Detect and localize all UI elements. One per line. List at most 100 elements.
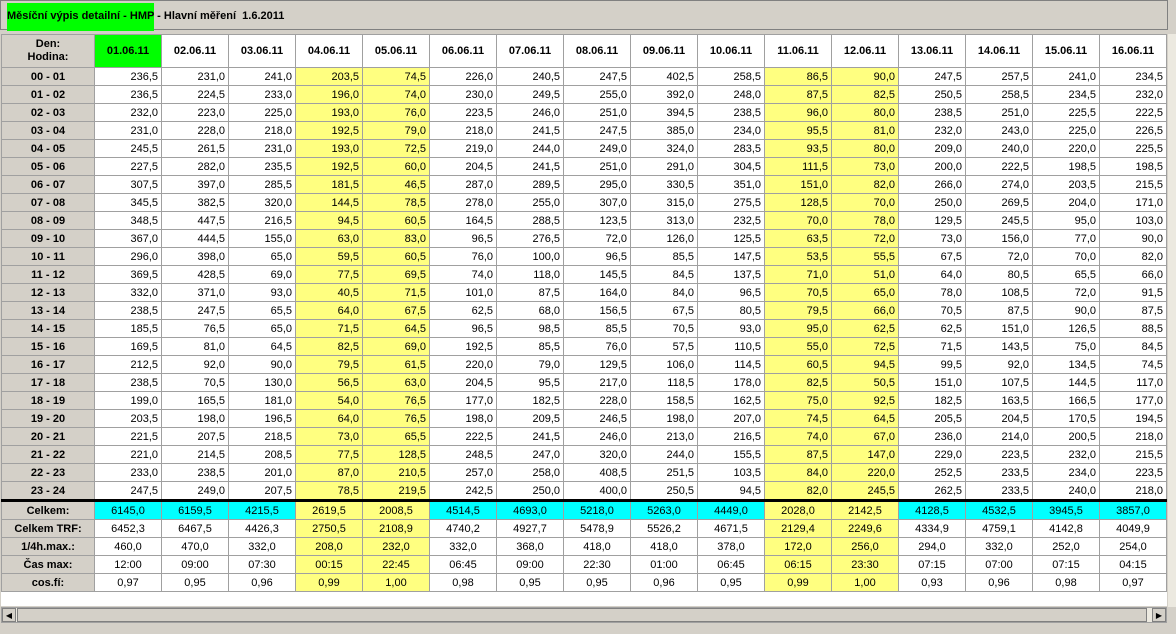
value-cell[interactable]: 392,0 <box>630 85 698 104</box>
value-cell[interactable]: 225,0 <box>1032 121 1100 140</box>
value-cell[interactable]: 70,0 <box>1032 247 1100 266</box>
value-cell[interactable]: 291,0 <box>630 157 698 176</box>
summary-value-cell[interactable]: 0,97 <box>1099 573 1167 592</box>
value-cell[interactable]: 226,0 <box>429 67 497 86</box>
summary-value-cell[interactable]: 6145,0 <box>94 499 162 520</box>
value-cell[interactable]: 198,0 <box>429 409 497 428</box>
value-cell[interactable]: 155,0 <box>228 229 296 248</box>
summary-value-cell[interactable]: 1,00 <box>362 573 430 592</box>
value-cell[interactable]: 266,0 <box>898 175 966 194</box>
value-cell[interactable]: 170,5 <box>1032 409 1100 428</box>
value-cell[interactable]: 234,5 <box>1032 85 1100 104</box>
value-cell[interactable]: 233,0 <box>228 85 296 104</box>
value-cell[interactable]: 151,0 <box>898 373 966 392</box>
value-cell[interactable]: 247,5 <box>898 67 966 86</box>
value-cell[interactable]: 156,5 <box>563 301 631 320</box>
value-cell[interactable]: 228,0 <box>563 391 631 410</box>
value-cell[interactable]: 53,5 <box>764 247 832 266</box>
value-cell[interactable]: 243,0 <box>965 121 1033 140</box>
value-cell[interactable]: 371,0 <box>161 283 229 302</box>
date-header[interactable]: 04.06.11 <box>295 34 363 68</box>
value-cell[interactable]: 204,0 <box>1032 193 1100 212</box>
summary-value-cell[interactable]: 0,98 <box>1032 573 1100 592</box>
value-cell[interactable]: 50,5 <box>831 373 899 392</box>
value-cell[interactable]: 169,5 <box>94 337 162 356</box>
value-cell[interactable]: 114,5 <box>697 355 765 374</box>
value-cell[interactable]: 223,0 <box>161 103 229 122</box>
value-cell[interactable]: 84,5 <box>1099 337 1167 356</box>
value-cell[interactable]: 248,0 <box>697 85 765 104</box>
value-cell[interactable]: 236,5 <box>94 85 162 104</box>
value-cell[interactable]: 85,5 <box>630 247 698 266</box>
value-cell[interactable]: 204,5 <box>429 157 497 176</box>
value-cell[interactable]: 82,5 <box>764 373 832 392</box>
value-cell[interactable]: 76,5 <box>161 319 229 338</box>
value-cell[interactable]: 258,5 <box>697 67 765 86</box>
value-cell[interactable]: 100,0 <box>496 247 564 266</box>
value-cell[interactable]: 220,0 <box>1032 139 1100 158</box>
value-cell[interactable]: 94,5 <box>831 355 899 374</box>
value-cell[interactable]: 74,5 <box>362 67 430 86</box>
summary-value-cell[interactable]: 22:45 <box>362 555 430 574</box>
value-cell[interactable]: 64,5 <box>831 409 899 428</box>
value-cell[interactable]: 252,5 <box>898 463 966 482</box>
summary-value-cell[interactable]: 0,95 <box>697 573 765 592</box>
summary-value-cell[interactable]: 2142,5 <box>831 499 899 520</box>
value-cell[interactable]: 155,5 <box>697 445 765 464</box>
value-cell[interactable]: 46,5 <box>362 175 430 194</box>
value-cell[interactable]: 83,0 <box>362 229 430 248</box>
value-cell[interactable]: 382,5 <box>161 193 229 212</box>
value-cell[interactable]: 241,5 <box>496 427 564 446</box>
value-cell[interactable]: 199,0 <box>94 391 162 410</box>
summary-value-cell[interactable]: 4426,3 <box>228 519 296 538</box>
value-cell[interactable]: 86,5 <box>764 67 832 86</box>
date-header[interactable]: 09.06.11 <box>630 34 698 68</box>
value-cell[interactable]: 210,5 <box>362 463 430 482</box>
value-cell[interactable]: 103,0 <box>1099 211 1167 230</box>
value-cell[interactable]: 283,5 <box>697 139 765 158</box>
value-cell[interactable]: 249,0 <box>563 139 631 158</box>
summary-value-cell[interactable]: 332,0 <box>965 537 1033 556</box>
value-cell[interactable]: 320,0 <box>563 445 631 464</box>
value-cell[interactable]: 60,5 <box>764 355 832 374</box>
value-cell[interactable]: 51,0 <box>831 265 899 284</box>
value-cell[interactable]: 193,0 <box>295 103 363 122</box>
data-grid[interactable]: Den: Hodina: 01.06.11 02.06.11 03.06.11 04.0… <box>1 34 1167 606</box>
value-cell[interactable]: 82,5 <box>295 337 363 356</box>
scroll-thumb[interactable] <box>17 608 1147 622</box>
value-cell[interactable]: 428,5 <box>161 265 229 284</box>
value-cell[interactable]: 63,0 <box>295 229 363 248</box>
value-cell[interactable]: 76,0 <box>429 247 497 266</box>
value-cell[interactable]: 110,5 <box>697 337 765 356</box>
summary-value-cell[interactable]: 4693,0 <box>496 499 564 520</box>
value-cell[interactable]: 147,5 <box>697 247 765 266</box>
value-cell[interactable]: 193,0 <box>295 139 363 158</box>
summary-value-cell[interactable]: 2108,9 <box>362 519 430 538</box>
value-cell[interactable]: 129,5 <box>898 211 966 230</box>
value-cell[interactable]: 68,0 <box>496 301 564 320</box>
value-cell[interactable]: 82,0 <box>764 481 832 501</box>
value-cell[interactable]: 218,5 <box>228 427 296 446</box>
date-header[interactable]: 02.06.11 <box>161 34 229 68</box>
value-cell[interactable]: 313,0 <box>630 211 698 230</box>
value-cell[interactable]: 64,0 <box>295 301 363 320</box>
value-cell[interactable]: 240,0 <box>965 139 1033 158</box>
scroll-right-arrow-icon[interactable]: ▶ <box>1152 608 1166 622</box>
value-cell[interactable]: 200,0 <box>898 157 966 176</box>
value-cell[interactable]: 111,5 <box>764 157 832 176</box>
value-cell[interactable]: 247,5 <box>94 481 162 501</box>
value-cell[interactable]: 73,0 <box>295 427 363 446</box>
value-cell[interactable]: 447,5 <box>161 211 229 230</box>
value-cell[interactable]: 225,5 <box>1099 139 1167 158</box>
value-cell[interactable]: 250,5 <box>630 481 698 501</box>
value-cell[interactable]: 236,5 <box>94 67 162 86</box>
date-header[interactable]: 05.06.11 <box>362 34 430 68</box>
value-cell[interactable]: 324,0 <box>630 139 698 158</box>
value-cell[interactable]: 95,5 <box>764 121 832 140</box>
value-cell[interactable]: 82,0 <box>1099 247 1167 266</box>
value-cell[interactable]: 241,0 <box>1032 67 1100 86</box>
value-cell[interactable]: 129,5 <box>563 355 631 374</box>
summary-value-cell[interactable]: 368,0 <box>496 537 564 556</box>
value-cell[interactable]: 75,0 <box>1032 337 1100 356</box>
value-cell[interactable]: 215,5 <box>1099 445 1167 464</box>
